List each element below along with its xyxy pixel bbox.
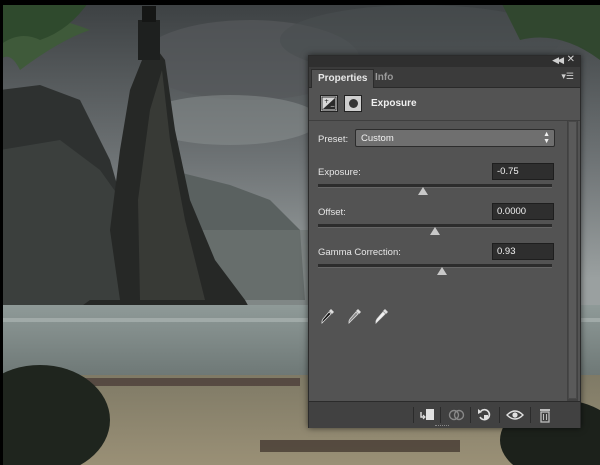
tab-info[interactable]: Info — [369, 69, 399, 87]
panel-tab-bar: Properties Info ▾☰ — [309, 67, 580, 88]
gamma-correction-slider-track[interactable] — [318, 264, 552, 268]
delete-icon[interactable] — [535, 406, 555, 424]
panel-titlebar[interactable]: ◀◀ ✕ — [309, 54, 580, 67]
gamma-correction-label: Gamma Correction: — [318, 247, 401, 258]
black-point-eyedropper-icon[interactable] — [321, 308, 335, 324]
panel-resize-grip[interactable] — [435, 425, 449, 428]
preset-dropdown[interactable]: Custom ▲ ▼ — [355, 129, 555, 147]
svg-text:−: − — [330, 103, 335, 110]
exposure-value-field[interactable]: -0.75 — [492, 163, 554, 180]
offset-slider-thumb[interactable] — [430, 227, 440, 235]
reset-icon[interactable] — [475, 406, 495, 424]
panel-bottom-toolbar — [309, 401, 580, 428]
tab-properties[interactable]: Properties — [311, 69, 375, 88]
screen-frame-left — [0, 0, 3, 465]
exposure-adjustment-icon[interactable]: + − — [320, 95, 338, 112]
offset-value-field[interactable]: 0.0000 — [492, 203, 554, 220]
gray-point-eyedropper-icon[interactable] — [348, 308, 362, 324]
exposure-slider-thumb[interactable] — [418, 187, 429, 195]
toolbar-separator — [413, 407, 414, 423]
svg-text:+: + — [324, 98, 329, 105]
toolbar-separator — [499, 407, 500, 423]
panel-scrollbar[interactable] — [567, 121, 578, 401]
panel-menu-icon[interactable]: ▾☰ — [561, 71, 574, 82]
white-point-eyedropper-icon[interactable] — [375, 308, 389, 324]
exposure-slider-track[interactable] — [318, 184, 552, 188]
adjustment-title: Exposure — [371, 98, 417, 109]
preset-label: Preset: — [318, 134, 349, 145]
screen-frame-top — [0, 0, 600, 5]
toolbar-separator — [470, 407, 471, 423]
select-arrows-icon: ▲ ▼ — [543, 131, 550, 145]
exposure-label: Exposure: — [318, 167, 361, 178]
scrollbar-thumb[interactable] — [568, 121, 577, 399]
visibility-eye-icon[interactable] — [505, 406, 525, 424]
layer-mask-icon[interactable] — [344, 95, 362, 112]
view-previous-state-icon[interactable] — [446, 406, 466, 424]
offset-label: Offset: — [318, 207, 346, 218]
gamma-correction-value-field[interactable]: 0.93 — [492, 243, 554, 260]
gamma-correction-slider-thumb[interactable] — [437, 267, 448, 275]
preset-value: Custom — [361, 133, 394, 144]
adjustment-header: + − Exposure — [309, 88, 580, 121]
clip-to-layer-icon[interactable] — [417, 406, 437, 424]
close-icon[interactable]: ✕ — [567, 54, 575, 65]
toolbar-separator — [440, 407, 441, 423]
toolbar-separator — [530, 407, 531, 423]
properties-panel: ◀◀ ✕ Properties Info ▾☰ + − Exposure Pre… — [308, 54, 581, 428]
collapse-icon[interactable]: ◀◀ — [552, 55, 564, 66]
